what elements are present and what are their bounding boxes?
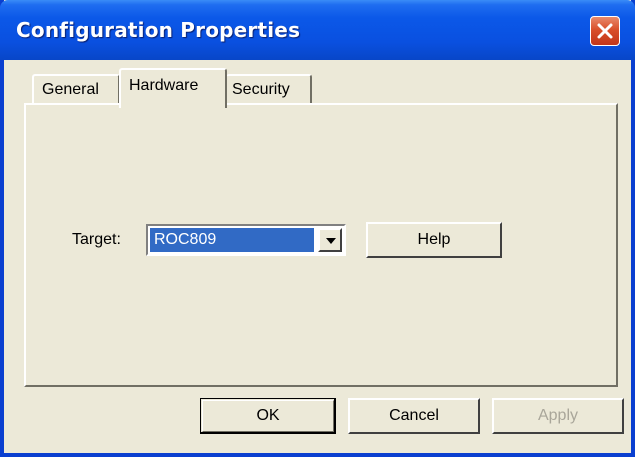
apply-button[interactable]: Apply [492, 398, 624, 434]
close-button[interactable] [590, 16, 620, 46]
tab-security[interactable]: Security [226, 74, 312, 104]
tab-hardware[interactable]: Hardware [119, 68, 227, 108]
chevron-down-icon [326, 238, 336, 244]
tab-security-label: Security [232, 81, 290, 98]
close-icon [597, 23, 613, 39]
ok-button[interactable]: OK [200, 398, 336, 434]
configuration-properties-dialog: Configuration Properties General Securit… [0, 0, 635, 457]
dropdown-arrow-button[interactable] [318, 228, 342, 252]
help-button[interactable]: Help [366, 222, 502, 258]
ok-button-face: OK [202, 400, 334, 432]
target-label: Target: [72, 231, 121, 248]
target-dropdown-value: ROC809 [150, 228, 314, 252]
window-title: Configuration Properties [16, 18, 301, 42]
tab-hardware-label: Hardware [129, 77, 199, 94]
target-dropdown[interactable]: ROC809 [146, 224, 346, 256]
cancel-button[interactable]: Cancel [348, 398, 480, 434]
title-bar[interactable]: Configuration Properties [0, 0, 635, 60]
tab-general-label: General [42, 81, 99, 98]
tab-general[interactable]: General [32, 74, 120, 104]
ok-button-label: OK [256, 407, 280, 424]
